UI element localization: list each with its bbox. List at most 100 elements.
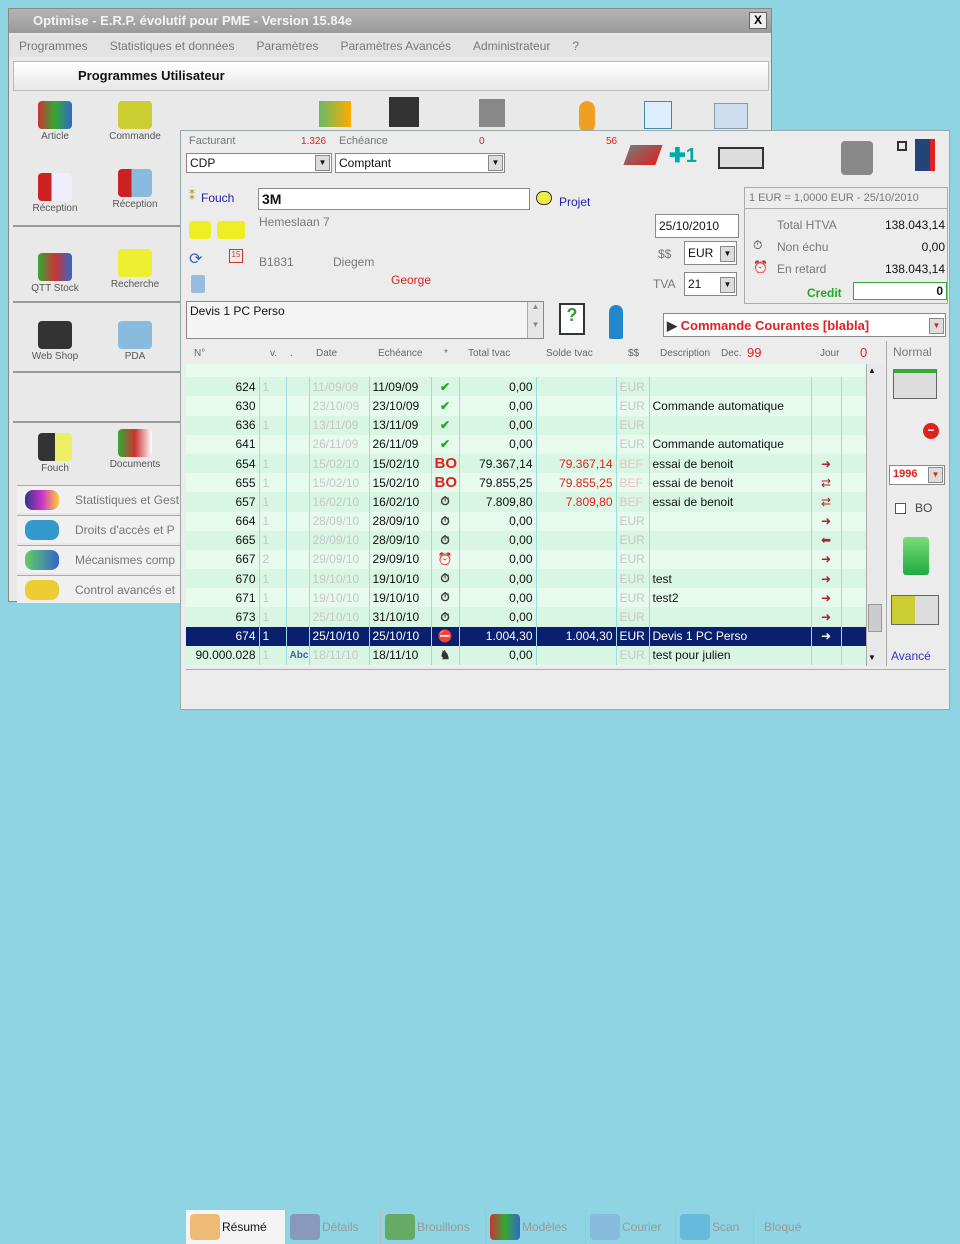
extra-cell [841,645,866,665]
col-total-tvac[interactable]: Total tvac [468,348,510,359]
table-row[interactable]: 636 1 13/11/09 13/11/09 ✔ 0,00 EUR [186,415,866,435]
menu-administrateur[interactable]: Administrateur [473,39,550,53]
table-row[interactable]: 664 1 28/09/10 28/09/10 ⏱ 0,00 EUR ➜ [186,511,866,531]
tool-qtt-stock[interactable]: QTT Stock [25,253,85,294]
help-document-icon[interactable]: ? [559,303,585,335]
year-select[interactable]: 1996 ▼ [889,465,945,485]
col-status[interactable]: * [444,348,448,359]
calendar-small-icon[interactable]: 15 [229,249,243,263]
tool-documents[interactable]: Documents [105,429,165,470]
facturant-select[interactable]: CDP ▼ [186,153,332,173]
tab-modeles[interactable]: Modèles [486,1210,586,1244]
tab-resume[interactable]: Résumé [186,1210,286,1244]
table-row[interactable]: 674 1 25/10/10 25/10/10 ⛔ 1.004,30 1.004,30 EUR… [186,626,866,646]
col-currency[interactable]: $$ [628,348,639,359]
tool-recherche[interactable]: Recherche [105,249,165,290]
lab-icon[interactable] [479,99,505,127]
refresh-icon[interactable]: ⟳ [189,249,202,269]
list-item-statistiques[interactable]: Statistiques et Gest [17,485,189,513]
scrollbar[interactable]: ▲ ▼ [527,302,543,338]
table-row[interactable]: 657 1 16/02/10 16/02/10 ⏱ 7.809,80 7.809,80 BEF… [186,492,866,512]
col-n[interactable]: N° [194,348,205,359]
menu-programmes[interactable]: Programmes [19,39,88,53]
col-echeance[interactable]: Echéance [378,348,422,359]
note-textarea[interactable]: Devis 1 PC Perso ▲ ▼ [186,301,544,339]
doc-type-select[interactable]: ▶ Commande Courantes [blabla] ▼ [663,313,946,337]
templates-icon [490,1214,520,1240]
advanced-link[interactable]: Avancé [891,649,931,663]
scroll-down-icon[interactable]: ▼ [868,653,876,662]
money-icon[interactable] [319,101,351,127]
grid-scrollbar[interactable]: ▲ ▼ [866,364,883,666]
tool-reception[interactable]: Réception [25,173,85,214]
bo-checkbox[interactable] [895,503,906,514]
table-row[interactable]: 667 2 29/09/10 29/09/10 ⏰ 0,00 EUR ➜ [186,549,866,570]
tool-pda[interactable]: PDA [105,321,165,362]
list-item-control[interactable]: Control avancés et [17,575,189,603]
table-row[interactable]: 665 1 28/09/10 28/09/10 ⏱ 0,00 EUR ⬅ [186,530,866,550]
folder-search-icon[interactable] [903,537,929,575]
menu-statistiques[interactable]: Statistiques et données [110,39,235,53]
tool-web-shop[interactable]: Web Shop [25,321,85,362]
currency-select[interactable]: EUR ▼ [684,241,737,265]
mail-icon[interactable] [714,103,748,129]
table-row[interactable]: 624 1 11/09/09 11/09/09 ✔ 0,00 EUR [186,377,866,397]
menu-parametres[interactable]: Paramètres [256,39,318,53]
database-network-icon[interactable] [841,141,873,175]
col-jour[interactable]: Jour [820,348,839,359]
phone-icon[interactable] [579,101,595,133]
add-one-icon[interactable]: ✚1 [669,143,697,168]
tab-bloque[interactable]: Bloqué [754,1210,834,1244]
col-description[interactable]: Description [660,348,710,359]
table-row[interactable]: 630 23/10/09 23/10/09 ✔ 0,00 EUR Commande auto… [186,396,866,416]
calendar-icon[interactable] [644,101,672,129]
tab-brouillons[interactable]: Brouillons [381,1210,486,1244]
transfer-icon[interactable] [893,369,937,399]
grid-icon[interactable] [389,97,419,127]
minimize-icon[interactable] [897,141,907,151]
projet-link[interactable]: Projet [559,195,590,209]
col-v[interactable]: v. [270,348,277,359]
tab-courier[interactable]: Courier [586,1210,676,1244]
col-date[interactable]: Date [316,348,337,359]
client-input[interactable]: 3M [258,188,530,210]
version: 1 [259,453,287,474]
date-input[interactable]: 25/10/2010 [655,214,739,238]
table-row[interactable]: 670 1 19/10/10 19/10/10 ⏱ 0,00 EUR test ➜ [186,569,866,589]
table-row[interactable]: 655 1 15/02/10 15/02/10 BO 79.855,25 79.855,25… [186,473,866,493]
table-row[interactable]: 641 26/11/09 26/11/09 ✔ 0,00 EUR Commande auto… [186,434,866,454]
table-row[interactable]: 654 1 15/02/10 15/02/10 BO 79.367,14 79.367,14… [186,453,866,474]
table-row[interactable]: 90.000.028 1 Abc 18/11/10 18/11/10 ♞ 0,00 EUR te… [186,645,866,665]
exit-door-icon[interactable] [915,139,935,171]
folders-icon[interactable] [217,221,245,239]
mode-label[interactable]: Normal [893,345,932,359]
scroll-thumb[interactable] [868,604,882,632]
tool-article[interactable]: Article [25,101,85,142]
tab-scan[interactable]: Scan [676,1210,754,1244]
close-button[interactable]: X [749,12,767,29]
order-number: 636 [186,415,260,435]
table-row[interactable]: 673 1 25/10/10 31/10/10 ⏱ 0,00 EUR ➜ [186,607,866,627]
folder-icon[interactable] [189,221,211,239]
user-info-icon[interactable] [609,305,623,339]
list-item-droits[interactable]: Droits d'accès et P [17,515,189,543]
scroll-up-icon[interactable]: ▲ [868,366,876,375]
echeance-select[interactable]: Comptant ▼ [335,153,505,173]
tva-select[interactable]: 21 ▼ [684,272,737,296]
table-row[interactable]: 671 1 19/10/10 19/10/10 ⏱ 0,00 EUR test2 ➜ [186,588,866,608]
stop-icon[interactable]: − [923,423,939,439]
col-solde-tvac[interactable]: Solde tvac [546,348,593,359]
tab-details[interactable]: Détails [286,1210,381,1244]
tool-reception-pda[interactable]: Réception [105,169,165,210]
menu-parametres-avances[interactable]: Paramètres Avancés [340,39,451,53]
tool-fouch[interactable]: Fouch [25,433,85,474]
list-item-mecanismes[interactable]: Mécanismes comp [17,545,189,573]
col-flag[interactable]: . [290,348,293,359]
client-link[interactable]: Fouch [201,191,234,205]
tool-commande[interactable]: Commande [105,101,165,142]
notepad-icon[interactable] [191,275,205,293]
lock-transfer-icon[interactable] [891,595,939,625]
pen-tool-icon[interactable] [623,145,663,165]
printer-icon[interactable] [718,147,764,169]
menu-help[interactable]: ? [572,39,579,53]
